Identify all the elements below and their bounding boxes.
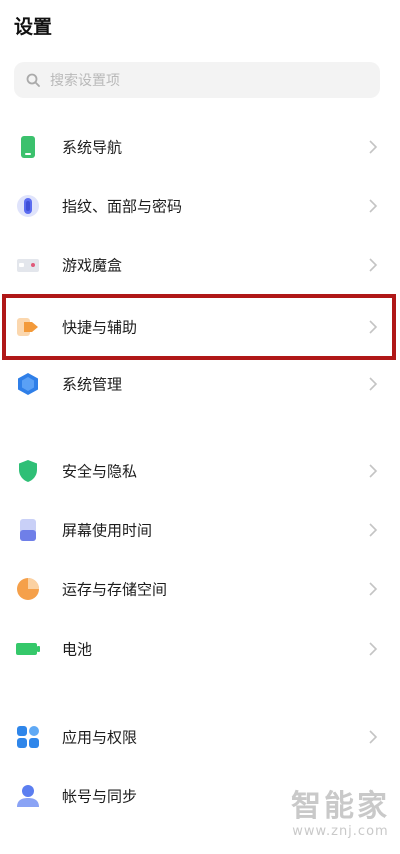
settings-item-label: 快捷与辅助 <box>62 318 138 337</box>
settings-item-label: 帐号与同步 <box>62 787 138 806</box>
apps-grid-icon <box>17 726 39 748</box>
settings-item-label: 指纹、面部与密码 <box>62 197 183 216</box>
game-box-icon <box>17 259 39 272</box>
settings-item-shortcuts-accessibility[interactable]: 快捷与辅助 <box>0 298 400 356</box>
settings-item-label: 应用与权限 <box>62 728 138 747</box>
settings-item-apps-permissions[interactable]: 应用与权限 <box>0 708 400 766</box>
settings-item-label: 安全与隐私 <box>62 462 138 481</box>
battery-icon <box>16 643 40 655</box>
chevron-right-icon <box>369 377 378 391</box>
page-title: 设置 <box>14 16 53 38</box>
hourglass-icon <box>20 519 36 541</box>
settings-item-game-box[interactable]: 游戏魔盒 <box>0 236 400 294</box>
chevron-right-icon <box>369 464 378 478</box>
settings-item-label: 游戏魔盒 <box>62 256 123 275</box>
watermark-url: www.znj.com <box>292 824 389 839</box>
settings-item-system-navigation[interactable]: 系统导航 <box>0 118 400 176</box>
search-icon <box>26 73 40 87</box>
search-placeholder: 搜索设置项 <box>50 73 120 89</box>
settings-item-label: 系统导航 <box>62 138 123 157</box>
chevron-right-icon <box>369 730 378 744</box>
pie-chart-icon <box>17 578 39 600</box>
chevron-right-icon <box>369 199 378 213</box>
settings-item-label: 运存与存储空间 <box>62 580 168 599</box>
chevron-right-icon <box>369 582 378 596</box>
user-icon <box>17 785 39 807</box>
shield-icon <box>19 460 37 482</box>
chevron-right-icon <box>369 642 378 656</box>
fingerprint-icon <box>17 195 39 217</box>
phone-icon <box>21 136 35 158</box>
search-input[interactable]: 搜索设置项 <box>14 62 380 98</box>
settings-item-security-privacy[interactable]: 安全与隐私 <box>0 442 400 500</box>
settings-item-label: 屏幕使用时间 <box>62 521 153 540</box>
settings-item-screen-time[interactable]: 屏幕使用时间 <box>0 501 400 559</box>
settings-item-label: 系统管理 <box>62 375 123 394</box>
watermark-logo-text: 智能家 <box>291 789 390 824</box>
settings-item-label: 电池 <box>62 640 93 659</box>
settings-item-ram-storage[interactable]: 运存与存储空间 <box>0 560 400 618</box>
watermark: 智能家 www.znj.com <box>291 789 390 840</box>
chevron-right-icon <box>369 258 378 272</box>
shortcut-arrow-icon <box>17 318 38 336</box>
settings-item-system-management[interactable]: 系统管理 <box>0 355 400 413</box>
chevron-right-icon <box>369 320 378 334</box>
settings-item-battery[interactable]: 电池 <box>0 620 400 678</box>
hexagon-icon <box>18 373 38 395</box>
chevron-right-icon <box>369 140 378 154</box>
chevron-right-icon <box>369 523 378 537</box>
settings-item-fingerprint-face-password[interactable]: 指纹、面部与密码 <box>0 177 400 235</box>
